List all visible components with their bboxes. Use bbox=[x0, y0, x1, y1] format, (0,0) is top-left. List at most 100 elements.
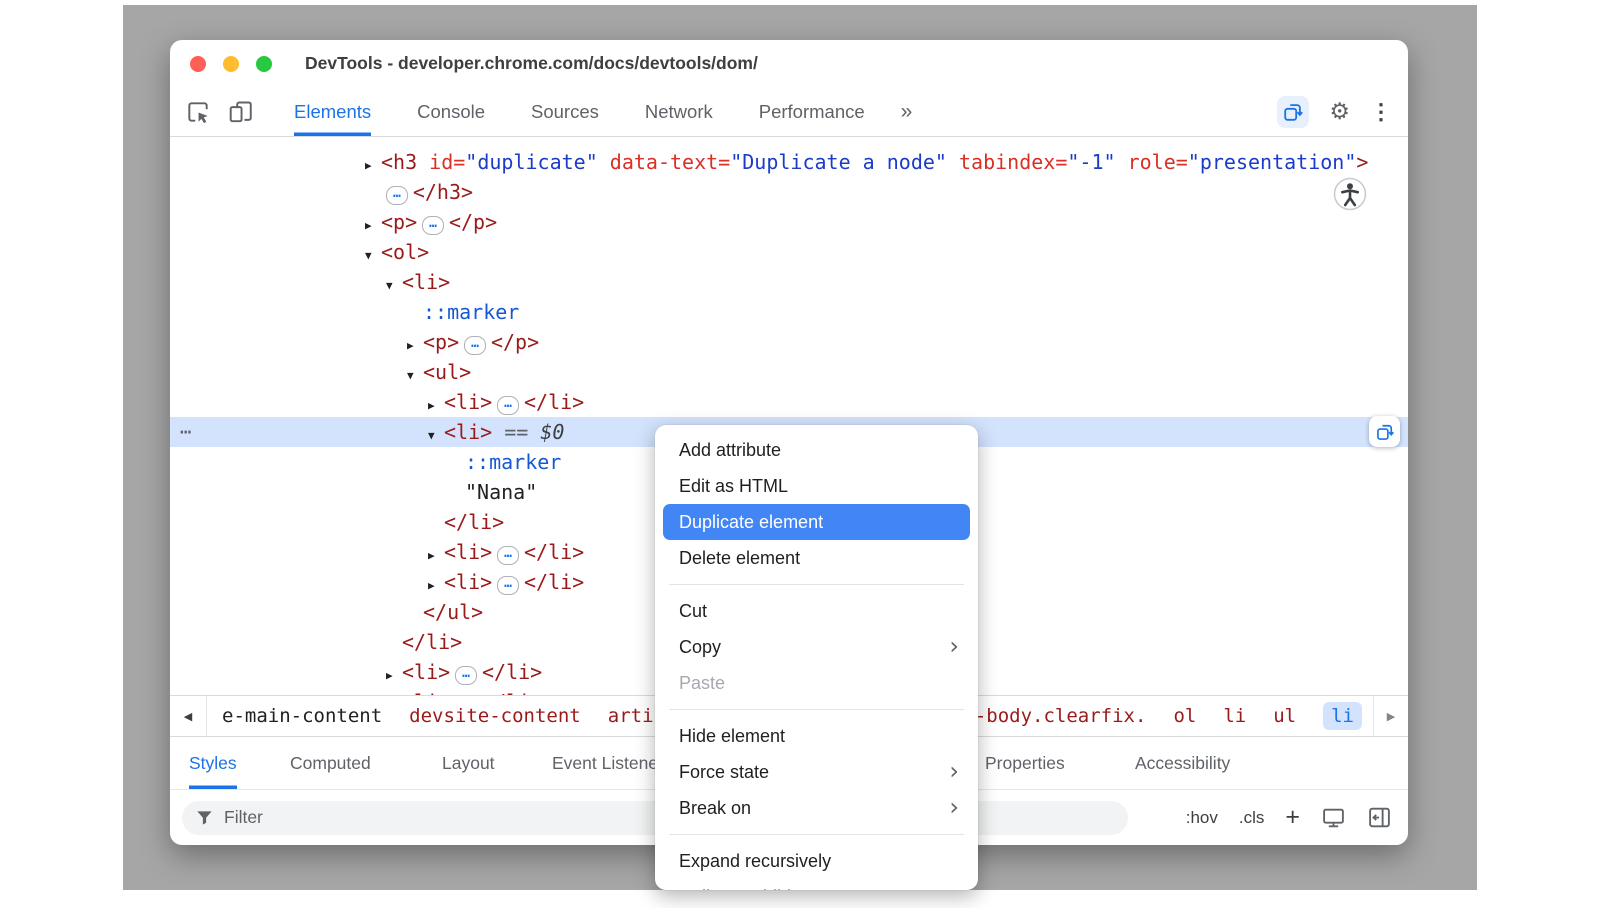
dock-side-toggle-icon[interactable] bbox=[1367, 805, 1392, 830]
tab-layout[interactable]: Layout bbox=[442, 737, 495, 789]
menu-item-label: Expand recursively bbox=[679, 851, 831, 872]
menu-item-duplicate-element[interactable]: Duplicate element bbox=[663, 504, 970, 540]
dom-tree-row[interactable]: ▶<li>…</li> bbox=[170, 387, 1408, 417]
tab-console[interactable]: Console bbox=[417, 87, 485, 136]
expanded-arrow-icon[interactable]: ▼ bbox=[407, 361, 423, 391]
code-token: <li> bbox=[444, 420, 492, 444]
inline-expand-badge[interactable]: … bbox=[422, 216, 444, 235]
filter-right-controls: :hov .cls + bbox=[1186, 805, 1392, 830]
element-classes-button[interactable]: .cls bbox=[1239, 808, 1265, 828]
expanded-arrow-icon[interactable]: ▼ bbox=[428, 421, 444, 451]
menu-item-hide-element[interactable]: Hide element bbox=[663, 718, 970, 754]
context-menu: Add attributeEdit as HTMLDuplicate eleme… bbox=[655, 425, 978, 890]
menu-item-label: Hide element bbox=[679, 726, 785, 747]
breadcrumb-item-li[interactable]: li bbox=[1323, 702, 1362, 730]
context-menu-items: Add attributeEdit as HTMLDuplicate eleme… bbox=[655, 432, 978, 890]
menu-item-break-on[interactable]: Break on› bbox=[663, 790, 970, 826]
menu-item-edit-as-html[interactable]: Edit as HTML bbox=[663, 468, 970, 504]
inline-expand-badge[interactable]: … bbox=[497, 396, 519, 415]
tab-performance[interactable]: Performance bbox=[759, 87, 865, 136]
tab-properties[interactable]: Properties bbox=[985, 737, 1065, 789]
code-token: </p> bbox=[449, 210, 497, 234]
inspect-element-icon[interactable] bbox=[184, 98, 211, 125]
breadcrumb-item-ol[interactable]: ol bbox=[1173, 705, 1196, 727]
code-token: <li> bbox=[444, 390, 492, 414]
breadcrumb-item-e-main-content[interactable]: e-main-content bbox=[222, 705, 382, 727]
code-token: </li> bbox=[402, 630, 462, 654]
duplicate-element-toolbar-icon[interactable] bbox=[1277, 96, 1309, 128]
menu-item-cut[interactable]: Cut bbox=[663, 593, 970, 629]
devtools-toolbar: Elements Console Sources Network Performance… bbox=[170, 87, 1408, 137]
dom-tree-row[interactable]: … </h3> bbox=[170, 177, 1408, 207]
device-toolbar-icon[interactable] bbox=[227, 98, 254, 125]
filter-placeholder: Filter bbox=[224, 807, 263, 828]
tab-computed[interactable]: Computed bbox=[290, 737, 371, 789]
accessibility-person-icon[interactable] bbox=[1330, 174, 1370, 214]
tab-elements[interactable]: Elements bbox=[294, 87, 371, 136]
code-token: "Nana" bbox=[465, 480, 537, 504]
inline-expand-badge[interactable]: … bbox=[497, 546, 519, 565]
code-token: "duplicate" bbox=[465, 150, 597, 174]
breadcrumb-scroll-right-icon[interactable]: ▶ bbox=[1373, 696, 1408, 736]
breadcrumbs-left: e-main-contentdevsite-contentarticle bbox=[222, 705, 688, 727]
code-token: <p> bbox=[381, 210, 417, 234]
duplicate-element-row-badge-icon[interactable] bbox=[1369, 416, 1400, 447]
menu-item-paste[interactable]: Paste bbox=[663, 665, 970, 701]
breadcrumb-item-devsite-content[interactable]: devsite-content bbox=[409, 705, 581, 727]
menu-item-expand-recursively[interactable]: Expand recursively bbox=[663, 843, 970, 879]
code-token: </h3> bbox=[413, 180, 473, 204]
computed-styles-panel-icon[interactable] bbox=[1321, 805, 1346, 830]
inline-expand-badge[interactable]: … bbox=[464, 336, 486, 355]
expanded-arrow-icon[interactable]: ▼ bbox=[386, 271, 402, 301]
breadcrumb-item-li[interactable]: li bbox=[1223, 705, 1246, 727]
dom-tree-row[interactable]: ▼<ul> bbox=[170, 357, 1408, 387]
menu-item-collapse-children[interactable]: Collapse children bbox=[663, 879, 970, 890]
menu-item-label: Paste bbox=[679, 673, 725, 694]
code-token: </li> bbox=[524, 540, 584, 564]
menu-separator bbox=[669, 709, 964, 710]
more-tabs-icon[interactable]: » bbox=[901, 100, 913, 124]
menu-item-label: Cut bbox=[679, 601, 707, 622]
inline-expand-badge[interactable]: … bbox=[455, 666, 477, 685]
code-token: > bbox=[1356, 150, 1368, 174]
dom-tree-row[interactable]: ▶<p>…</p> bbox=[170, 207, 1408, 237]
breadcrumb-scroll-left-icon[interactable]: ◀ bbox=[170, 696, 207, 736]
inline-expand-badge[interactable]: … bbox=[386, 186, 408, 205]
inline-expand-badge[interactable]: … bbox=[497, 576, 519, 595]
menu-item-label: Copy bbox=[679, 637, 721, 658]
tab-sources[interactable]: Sources bbox=[531, 87, 599, 136]
dom-tree-row[interactable]: ▼<ol> bbox=[170, 237, 1408, 267]
selected-row-gutter-dots-icon[interactable]: ⋯ bbox=[180, 417, 191, 447]
menu-item-force-state[interactable]: Force state› bbox=[663, 754, 970, 790]
kebab-menu-icon[interactable]: ⋮ bbox=[1370, 101, 1392, 123]
settings-gear-icon[interactable]: ⚙ bbox=[1329, 100, 1350, 123]
code-token: id= bbox=[417, 150, 465, 174]
window-titlebar: DevTools - developer.chrome.com/docs/dev… bbox=[170, 40, 1408, 87]
dom-tree-row[interactable]: ▶<h3 id="duplicate" data-text="Duplicate… bbox=[170, 147, 1408, 177]
close-window-button[interactable] bbox=[190, 56, 206, 72]
dom-tree-row[interactable]: ▼<li> bbox=[170, 267, 1408, 297]
menu-item-delete-element[interactable]: Delete element bbox=[663, 540, 970, 576]
toggle-element-state-button[interactable]: :hov bbox=[1186, 808, 1218, 828]
panel-tab-strip: Elements Console Sources Network Performance bbox=[294, 87, 865, 136]
menu-item-add-attribute[interactable]: Add attribute bbox=[663, 432, 970, 468]
menu-separator bbox=[669, 834, 964, 835]
tab-styles[interactable]: Styles bbox=[189, 737, 237, 789]
code-token: </li> bbox=[444, 510, 504, 534]
code-token: $0 bbox=[540, 420, 564, 444]
menu-item-label: Force state bbox=[679, 762, 769, 783]
code-token: <li> bbox=[444, 570, 492, 594]
dom-tree-row[interactable]: ::marker bbox=[170, 297, 1408, 327]
tab-network[interactable]: Network bbox=[645, 87, 713, 136]
minimize-window-button[interactable] bbox=[223, 56, 239, 72]
breadcrumb-item-ul[interactable]: ul bbox=[1273, 705, 1296, 727]
menu-item-copy[interactable]: Copy› bbox=[663, 629, 970, 665]
tab-accessibility[interactable]: Accessibility bbox=[1135, 737, 1230, 789]
code-token: "presentation" bbox=[1188, 150, 1357, 174]
dom-tree-row[interactable]: ▶<p>…</p> bbox=[170, 327, 1408, 357]
new-style-rule-button[interactable]: + bbox=[1285, 805, 1300, 830]
expanded-arrow-icon[interactable]: ▼ bbox=[365, 241, 381, 271]
toolbar-right-icons: ⚙ ⋮ bbox=[1277, 87, 1392, 136]
code-token: "Duplicate a node" bbox=[730, 150, 947, 174]
zoom-window-button[interactable] bbox=[256, 56, 272, 72]
